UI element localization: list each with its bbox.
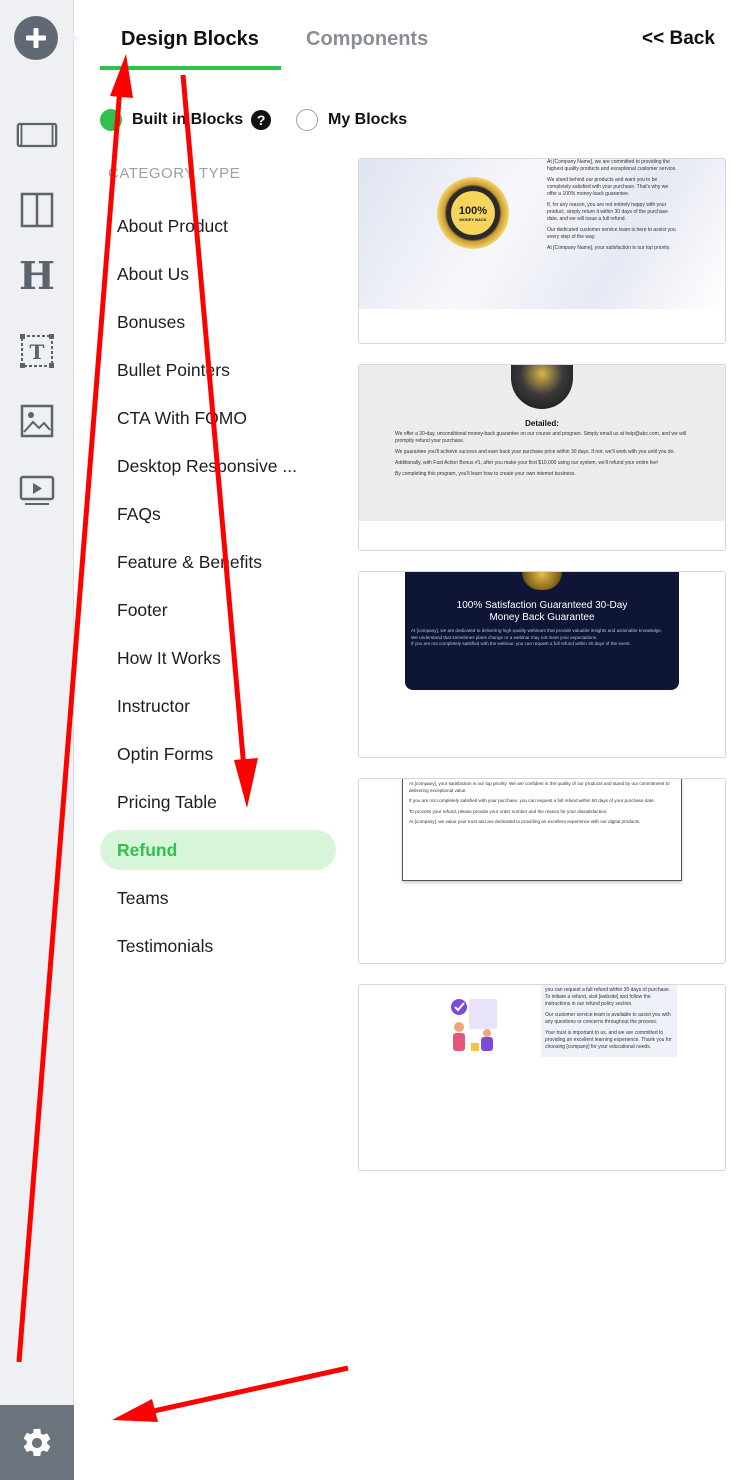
category-item-feature-benefits[interactable]: Feature & Benefits [100, 538, 336, 586]
arrow-left-line [139, 1365, 349, 1417]
heading-icon[interactable]: H [16, 252, 58, 298]
help-icon[interactable]: ? [251, 110, 272, 130]
thumb3-text: At [company], we are dedicated to delive… [411, 628, 663, 646]
thumb4-card: At [company], your satisfaction is our t… [402, 779, 682, 881]
money-back-badge: 100% MONEY BACK [437, 177, 509, 249]
category-item-about-us[interactable]: About Us [100, 250, 336, 298]
back-button[interactable]: << Back [642, 28, 715, 50]
gear-icon[interactable] [0, 1405, 74, 1480]
refund-block-thumbnail-3[interactable]: 100% Satisfaction Guaranteed 30-Day Mone… [358, 571, 726, 758]
tab-design-blocks[interactable]: Design Blocks [121, 28, 259, 51]
built-in-radio[interactable] [100, 109, 122, 131]
category-item-testimonials[interactable]: Testimonials [100, 922, 336, 970]
thumb4-text: At [company], your satisfaction is our t… [409, 781, 670, 824]
thumb2-text: We offer a 30-day, unconditional money-b… [395, 431, 687, 477]
category-item-bullet-pointers[interactable]: Bullet Pointers [100, 346, 336, 394]
thumb3-title: 100% Satisfaction Guaranteed 30-Day Mone… [456, 600, 628, 623]
tab-components[interactable]: Components [306, 28, 428, 51]
refund-block-thumbnail-1[interactable]: 100% MONEY BACK At [Company Name], we ar… [358, 158, 726, 344]
thumb2-heading: Detailed: [525, 419, 559, 428]
category-header: CATEGORY TYPE [108, 165, 241, 182]
category-item-about-product[interactable]: About Product [100, 202, 336, 250]
refund-block-thumbnail-5[interactable]: you can request a full refund within 30 … [358, 984, 726, 1171]
my-blocks-option[interactable]: My Blocks [296, 106, 407, 134]
image-icon[interactable] [16, 400, 58, 442]
tab-bar: Design Blocks Components [100, 22, 660, 70]
badge-percent: 100% [458, 204, 488, 217]
thumb3-badge [522, 572, 562, 590]
svg-text:T: T [30, 340, 45, 364]
my-blocks-radio[interactable] [296, 109, 318, 131]
category-item-how-it-works[interactable]: How It Works [100, 634, 336, 682]
badge-label: MONEY BACK [459, 216, 487, 222]
left-rail: H T [0, 0, 80, 1480]
columns-icon[interactable] [16, 189, 58, 231]
thumb1-text: At [Company Name], we are committed to p… [547, 159, 677, 251]
category-item-footer[interactable]: Footer [100, 586, 336, 634]
text-icon[interactable]: T [16, 330, 58, 372]
arrow-left-head [112, 1399, 158, 1422]
refund-block-thumbnail-4[interactable]: At [company], your satisfaction is our t… [358, 778, 726, 964]
video-icon[interactable] [16, 470, 58, 512]
category-list: About Product About Us Bonuses Bullet Po… [100, 202, 336, 970]
my-blocks-label: My Blocks [328, 111, 408, 128]
category-item-instructor[interactable]: Instructor [100, 682, 336, 730]
thumb5-illustration [439, 991, 509, 1055]
category-item-refund[interactable]: Refund [100, 830, 336, 870]
category-item-pricing-table[interactable]: Pricing Table [100, 778, 336, 826]
refund-block-thumbnail-2[interactable]: Detailed: We offer a 30-day, uncondition… [358, 364, 726, 551]
category-item-bonuses[interactable]: Bonuses [100, 298, 336, 346]
thumb3-dark-card: 100% Satisfaction Guaranteed 30-Day Mone… [405, 572, 679, 690]
heading-glyph: H [19, 252, 55, 298]
active-tab-indicator [100, 66, 281, 70]
category-item-desktop-responsive[interactable]: Desktop Responsive ... [100, 442, 336, 490]
category-item-faqs[interactable]: FAQs [100, 490, 336, 538]
thumb5-text: you can request a full refund within 30 … [541, 985, 677, 1057]
category-item-optin-forms[interactable]: Optin Forms [100, 730, 336, 778]
category-item-cta-with-fomo[interactable]: CTA With FOMO [100, 394, 336, 442]
built-in-blocks-option[interactable]: Built in Blocks ? [100, 106, 272, 134]
section-icon[interactable] [16, 114, 58, 156]
category-item-teams[interactable]: Teams [100, 874, 336, 922]
built-in-label: Built in Blocks [132, 111, 244, 128]
add-icon[interactable] [14, 16, 80, 60]
